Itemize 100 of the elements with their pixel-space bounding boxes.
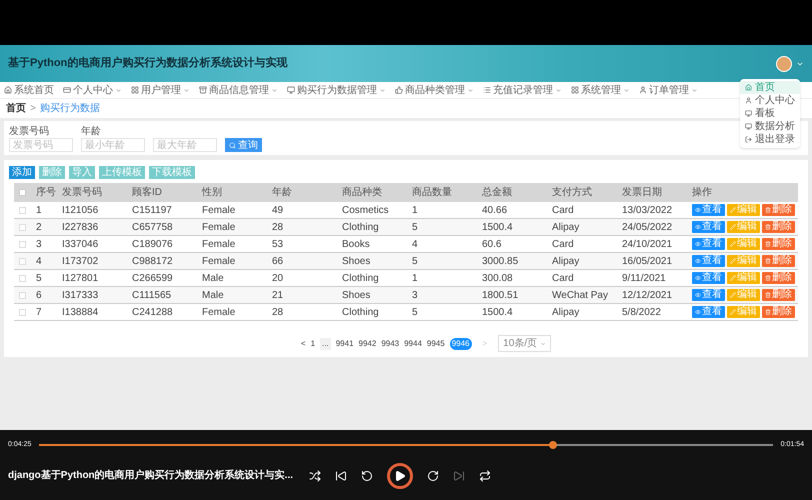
- page-button[interactable]: ...: [320, 338, 331, 350]
- delete-button[interactable]: 删除: [762, 238, 795, 250]
- search-field[interactable]: 发票号码: [9, 138, 73, 152]
- action-button[interactable]: 删除: [39, 166, 65, 179]
- previous-icon[interactable]: [335, 470, 347, 482]
- caret-icon: [555, 86, 562, 94]
- table-cell-text: 5/8/2022: [622, 306, 662, 320]
- table-cell-text: C266599: [132, 272, 174, 286]
- search-icon: [229, 142, 236, 148]
- shuffle-icon[interactable]: [309, 470, 321, 482]
- page-size-select[interactable]: 10条/页: [498, 335, 552, 352]
- nav-item[interactable]: 购买行为数据管理: [287, 82, 386, 98]
- page-button[interactable]: 9945: [426, 338, 445, 350]
- action-button[interactable]: 导入: [69, 166, 95, 179]
- action-button[interactable]: 下载模板: [149, 166, 195, 179]
- column-header: 顾客ID: [132, 186, 163, 200]
- eye-icon: [695, 224, 701, 230]
- table-cell-text: 24/10/2021: [622, 238, 674, 252]
- edit-button[interactable]: 编辑: [727, 255, 760, 267]
- delete-button[interactable]: 删除: [762, 255, 795, 267]
- breadcrumb-current: 购买行为数据: [40, 102, 100, 116]
- view-button[interactable]: 查看: [692, 238, 725, 250]
- table-cell-text: 1: [412, 272, 419, 286]
- trash-icon: [765, 275, 771, 281]
- nav-item[interactable]: 系统首页: [4, 82, 54, 98]
- progress-thumb[interactable]: [548, 441, 557, 450]
- page-button[interactable]: 9941: [336, 338, 354, 350]
- table-cell-text: 24/05/2022: [622, 220, 674, 234]
- page-button[interactable]: 1: [310, 338, 316, 350]
- nav-item[interactable]: 商品信息管理: [199, 82, 278, 98]
- action-button[interactable]: 上传模板: [99, 166, 145, 179]
- row-checkbox[interactable]: [19, 224, 26, 230]
- search-button[interactable]: 查询: [225, 138, 262, 152]
- edit-button[interactable]: 编辑: [727, 238, 760, 250]
- table-cell-text: C151197: [132, 204, 173, 218]
- row-checkbox[interactable]: [19, 206, 26, 214]
- edit-button[interactable]: 编辑: [727, 272, 760, 284]
- table-cell-text: Female: [202, 238, 236, 252]
- table-cell-text: Female: [202, 204, 236, 218]
- pencil-icon: [730, 258, 736, 264]
- progress-track[interactable]: [39, 444, 773, 446]
- view-button[interactable]: 查看: [692, 289, 725, 301]
- search-field[interactable]: 最小年龄: [81, 138, 145, 152]
- row-checkbox[interactable]: [19, 240, 26, 248]
- edit-button[interactable]: 编辑: [727, 306, 760, 318]
- pencil-icon: [730, 207, 736, 213]
- caret-icon: [691, 86, 698, 94]
- menu-item[interactable]: 首页: [740, 81, 800, 94]
- select-all-checkbox[interactable]: [19, 189, 26, 196]
- breadcrumb-link[interactable]: 首页: [6, 101, 26, 116]
- table-cell-text: Clothing: [342, 220, 380, 234]
- menu-item[interactable]: 个人中心: [740, 94, 800, 107]
- table-cell-text: Cosmetics: [342, 204, 390, 218]
- menu-item[interactable]: 数据分析: [740, 120, 800, 133]
- next-page-button[interactable]: >: [482, 338, 488, 350]
- delete-button[interactable]: 删除: [762, 289, 795, 301]
- view-button[interactable]: 查看: [692, 272, 725, 284]
- table-cell-text: C189076: [132, 238, 174, 252]
- nav-item[interactable]: 订单管理: [639, 82, 698, 98]
- menu-item[interactable]: 看板: [740, 107, 800, 120]
- page-button[interactable]: 9944: [404, 338, 422, 350]
- edit-button[interactable]: 编辑: [727, 204, 760, 216]
- table-cell-text: 49: [272, 204, 284, 218]
- table-cell-text: Alipay: [552, 254, 580, 268]
- forward-icon[interactable]: [427, 470, 439, 482]
- edit-button[interactable]: 编辑: [727, 289, 760, 301]
- nav-item[interactable]: 充值记录管理: [483, 82, 562, 98]
- next-icon[interactable]: [453, 470, 465, 482]
- rewind-icon[interactable]: [361, 470, 373, 482]
- menu-item[interactable]: 退出登录: [740, 133, 800, 146]
- nav-item[interactable]: 个人中心: [63, 82, 122, 98]
- page-button[interactable]: 9942: [358, 338, 376, 350]
- prev-page-button[interactable]: <: [300, 338, 306, 350]
- action-button[interactable]: 添加: [9, 166, 35, 179]
- repeat-icon[interactable]: [479, 470, 491, 482]
- table-cell-text: 16/05/2021: [622, 254, 674, 268]
- delete-button[interactable]: 删除: [762, 204, 795, 216]
- delete-button[interactable]: 删除: [762, 221, 795, 233]
- monitor-icon: [745, 110, 752, 117]
- nav-item[interactable]: 用户管理: [131, 82, 190, 98]
- search-field[interactable]: 最大年龄: [153, 138, 217, 152]
- play-button[interactable]: [387, 462, 413, 488]
- page-button[interactable]: 9946: [450, 338, 472, 350]
- caret-icon: [183, 86, 190, 94]
- nav-item[interactable]: 商品种类管理: [395, 82, 474, 98]
- view-button[interactable]: 查看: [692, 306, 725, 318]
- delete-button[interactable]: 删除: [762, 306, 795, 318]
- row-checkbox[interactable]: [19, 258, 26, 264]
- eye-icon: [695, 241, 701, 247]
- avatar[interactable]: [776, 56, 792, 72]
- delete-button[interactable]: 删除: [762, 272, 795, 284]
- view-button[interactable]: 查看: [692, 255, 725, 267]
- view-button[interactable]: 查看: [692, 204, 725, 216]
- row-checkbox[interactable]: [19, 308, 26, 316]
- nav-item[interactable]: 系统管理: [571, 82, 630, 98]
- row-checkbox[interactable]: [19, 274, 26, 282]
- row-checkbox[interactable]: [19, 292, 26, 298]
- view-button[interactable]: 查看: [692, 221, 725, 233]
- page-button[interactable]: 9943: [381, 338, 400, 350]
- edit-button[interactable]: 编辑: [727, 221, 760, 233]
